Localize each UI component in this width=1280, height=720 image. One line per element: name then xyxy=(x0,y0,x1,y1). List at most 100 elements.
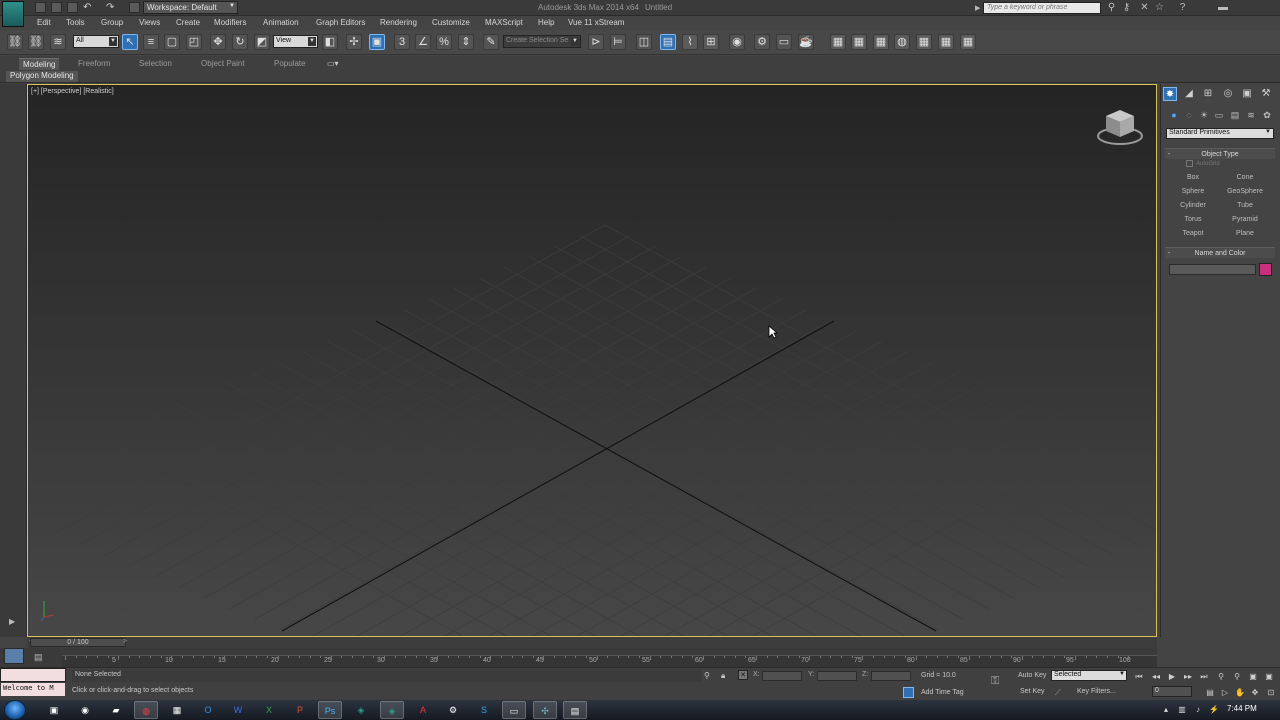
tray-power-icon[interactable]: ⚡ xyxy=(1209,704,1219,715)
menu-rendering[interactable]: Rendering xyxy=(380,18,417,27)
menu-modifiers[interactable]: Modifiers xyxy=(214,18,246,27)
plane-button[interactable]: Plane xyxy=(1221,228,1269,240)
rendered-frame-window-icon[interactable]: ▭ xyxy=(776,34,792,50)
graphite-ribbon-icon[interactable]: ▤ xyxy=(660,34,676,50)
time-slider[interactable]: < 0 / 100 > xyxy=(27,637,1157,648)
keyboard-shortcut-override-icon[interactable]: ▣ xyxy=(369,34,385,50)
cone-button[interactable]: Cone xyxy=(1221,172,1269,184)
name-and-color-rollout[interactable]: - Name and Color xyxy=(1165,247,1275,258)
previous-frame-icon[interactable]: ◂◂ xyxy=(1150,671,1162,682)
orbit-icon[interactable]: ✥ xyxy=(1249,687,1261,698)
schematic-view-icon[interactable]: ⊞ xyxy=(703,34,719,50)
maxscript-mini-listener[interactable]: Welcome to M xyxy=(1,683,65,696)
set-key-button[interactable]: Set Key xyxy=(1020,688,1045,695)
zoom-icon[interactable]: ⚲ xyxy=(1215,671,1227,682)
material-editor-icon[interactable]: ◉ xyxy=(729,34,745,50)
lights-icon[interactable]: ☀ xyxy=(1198,109,1210,121)
taskbar-excel-icon[interactable]: X xyxy=(257,701,281,719)
expand-arrow-icon[interactable]: ▶ xyxy=(9,617,15,626)
menu-vue-xstream[interactable]: Vue 11 xStream xyxy=(568,18,624,27)
track-bar-ruler[interactable]: 5 10 15 20 25 30 35 40 45 50 55 60 65 70 75 80 85 90 95 100 xyxy=(62,655,1157,667)
box-button[interactable]: Box xyxy=(1169,172,1217,184)
pin-icon[interactable]: ⚲ xyxy=(704,671,710,680)
minimize-icon[interactable]: ▬ xyxy=(1213,2,1233,13)
workspace-dropdown[interactable]: Workspace: Default ▼ xyxy=(143,1,238,14)
sphere-button[interactable]: Sphere xyxy=(1169,186,1217,198)
unlink-selection-icon[interactable]: ⛓ xyxy=(28,34,44,50)
absolute-mode-icon[interactable]: ✕ xyxy=(738,670,748,680)
geosphere-button[interactable]: GeoSphere xyxy=(1221,186,1269,198)
space-warps-icon[interactable]: ≋ xyxy=(1245,109,1257,121)
menu-tools[interactable]: Tools xyxy=(66,18,85,27)
reference-coordinate-dropdown[interactable]: View ▼ xyxy=(273,35,318,48)
ribbon-tab-selection[interactable]: Selection xyxy=(135,58,176,70)
plugin-folder-2-icon[interactable]: ▦ xyxy=(938,34,954,50)
z-coordinate-field[interactable] xyxy=(871,671,911,681)
tray-volume-icon[interactable]: ♪ xyxy=(1193,704,1203,715)
communication-center-icon[interactable]: ✕ xyxy=(1139,2,1150,13)
plugin-render-icon[interactable]: ▦ xyxy=(873,34,889,50)
hierarchy-tab-icon[interactable]: ⊞ xyxy=(1201,87,1215,101)
select-and-link-icon[interactable]: ⛓ xyxy=(7,34,23,50)
zoom-all-icon[interactable]: ⚲ xyxy=(1231,671,1243,682)
field-of-view-icon[interactable]: ▷ xyxy=(1219,687,1231,698)
taskbar-network-app-icon[interactable]: ✣ xyxy=(533,701,557,719)
geometry-icon[interactable]: ● xyxy=(1168,109,1180,121)
torus-button[interactable]: Torus xyxy=(1169,214,1217,226)
object-category-dropdown[interactable]: Standard Primitives ▼ xyxy=(1166,128,1274,139)
plugin-folder-icon[interactable]: ▦ xyxy=(916,34,932,50)
taskbar-acrobat-icon[interactable]: A xyxy=(411,701,435,719)
taskbar-3dsmax-app-icon[interactable]: ◈ xyxy=(349,701,373,719)
menu-help[interactable]: Help xyxy=(538,18,554,27)
tray-expand-icon[interactable]: ▴ xyxy=(1161,704,1171,715)
go-to-end-icon[interactable]: ⏭ xyxy=(1198,671,1210,682)
taskbar-show-desktop-icon[interactable]: ▣ xyxy=(42,701,66,719)
go-to-start-icon[interactable]: ⏮ xyxy=(1133,671,1145,682)
display-tab-icon[interactable]: ▣ xyxy=(1240,87,1254,101)
ribbon-panel-polygon-modeling[interactable]: Polygon Modeling xyxy=(6,71,78,82)
taskbar-clock[interactable]: 7:44 PM xyxy=(1227,704,1257,713)
perspective-viewport[interactable]: [+] [Perspective] [Realistic] xyxy=(27,84,1157,637)
cylinder-button[interactable]: Cylinder xyxy=(1169,200,1217,212)
current-frame-field[interactable]: 0 xyxy=(1152,686,1192,697)
select-and-rotate-icon[interactable]: ↻ xyxy=(232,34,248,50)
time-slider-next-icon[interactable]: > xyxy=(123,638,127,645)
modify-tab-icon[interactable]: ◢ xyxy=(1182,87,1196,101)
select-and-scale-icon[interactable]: ◩ xyxy=(254,34,270,50)
adaptive-degradation-icon[interactable] xyxy=(903,687,914,698)
shapes-icon[interactable]: ◌ xyxy=(1183,109,1195,121)
start-button-icon[interactable] xyxy=(4,700,26,720)
bind-to-space-warp-icon[interactable]: ≋ xyxy=(50,34,66,50)
favorites-star-icon[interactable]: ☆ xyxy=(1154,2,1165,13)
key-filters-button[interactable]: Key Filters... xyxy=(1077,688,1116,695)
helpers-icon[interactable]: ▤ xyxy=(1229,109,1241,121)
plugin-sphere-icon[interactable]: ◍ xyxy=(894,34,910,50)
menu-customize[interactable]: Customize xyxy=(432,18,470,27)
taskbar-outlook-icon[interactable]: O xyxy=(196,701,220,719)
utilities-tab-icon[interactable]: ⚒ xyxy=(1259,87,1273,101)
select-and-manipulate-icon[interactable]: ✢ xyxy=(346,34,362,50)
align-icon[interactable]: ⊨ xyxy=(610,34,626,50)
taskbar-calculator-icon[interactable]: ▦ xyxy=(165,701,189,719)
pan-view-icon[interactable]: ✋ xyxy=(1234,687,1246,698)
ribbon-tab-modeling[interactable]: Modeling xyxy=(19,58,60,70)
ribbon-tab-populate[interactable]: Populate xyxy=(270,58,310,70)
undo-icon[interactable]: ↶ xyxy=(83,2,94,13)
mcg-plugin-icon[interactable]: ▦ xyxy=(830,34,846,50)
curve-editor-icon[interactable]: ⌇ xyxy=(682,34,698,50)
mini-curve-editor-icon[interactable] xyxy=(4,648,24,664)
mirror-icon[interactable]: ⊳ xyxy=(588,34,604,50)
project-folder-icon[interactable] xyxy=(129,2,140,13)
track-bar-filter-icon[interactable]: ▤ xyxy=(34,652,43,663)
taskbar-window-icon[interactable]: ▭ xyxy=(502,701,526,719)
zoom-extents-icon[interactable]: ▣ xyxy=(1247,671,1259,682)
select-object-icon[interactable]: ↖ xyxy=(122,34,138,50)
render-setup-icon[interactable]: ⚙ xyxy=(754,34,770,50)
pivot-center-icon[interactable]: ◧ xyxy=(322,34,338,50)
angle-snap-icon[interactable]: ∠ xyxy=(415,34,431,50)
object-type-rollout[interactable]: - Object Type xyxy=(1165,148,1275,159)
ribbon-options-icon[interactable]: ▭▾ xyxy=(323,58,343,70)
tray-network-icon[interactable]: ▥ xyxy=(1177,704,1187,715)
taskbar-3dsmax-open-icon[interactable]: ◈ xyxy=(380,701,404,719)
subscription-icon[interactable]: ⚷ xyxy=(1121,2,1132,13)
